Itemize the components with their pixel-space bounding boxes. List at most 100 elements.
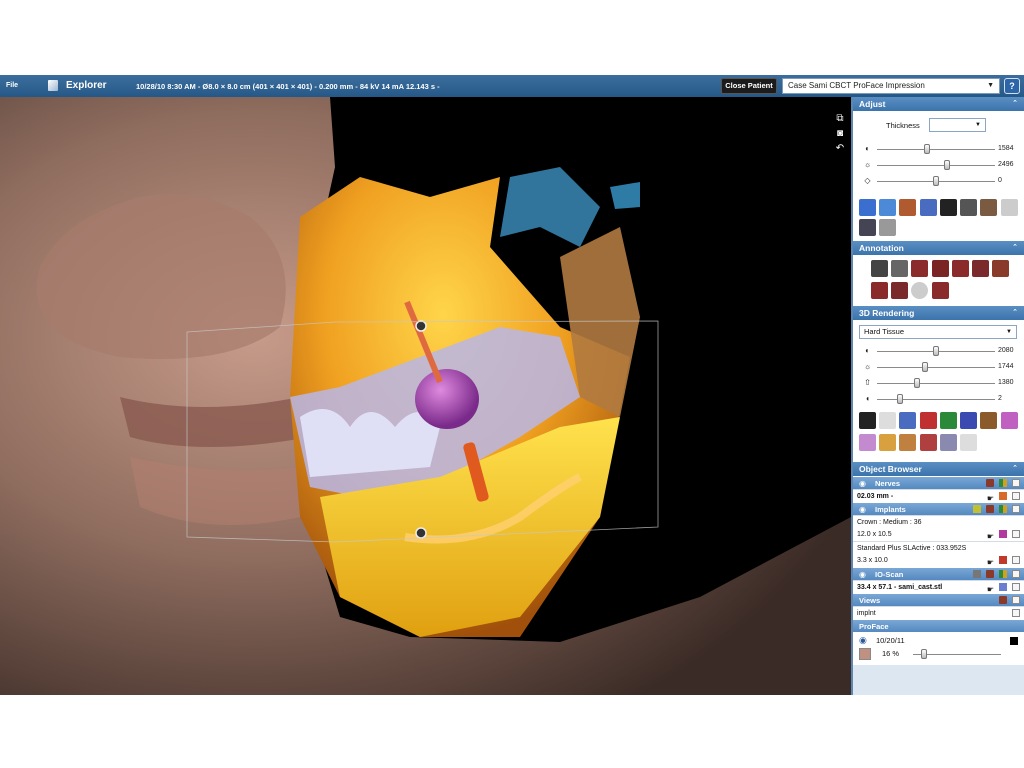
window-icon[interactable]: [960, 199, 978, 216]
collapse-icon[interactable]: ⌃: [1012, 306, 1018, 320]
grid-icon[interactable]: [998, 479, 1007, 487]
hand-icon[interactable]: [980, 199, 998, 216]
zoom-icon[interactable]: [859, 199, 876, 216]
checkbox[interactable]: [1012, 596, 1020, 604]
slice-icon[interactable]: [899, 412, 917, 429]
color-swatch[interactable]: [999, 583, 1008, 591]
checkbox[interactable]: [1012, 492, 1020, 500]
rendering-slider-track[interactable]: [877, 383, 995, 384]
camera-icon[interactable]: ◙: [834, 126, 846, 141]
rendering-slider-track[interactable]: [877, 399, 995, 400]
implant-icon[interactable]: [972, 505, 981, 513]
face-icon[interactable]: [899, 434, 917, 451]
collapse-icon[interactable]: ⌃: [1012, 462, 1018, 476]
rendering-slider-track[interactable]: [877, 367, 995, 368]
crown-item[interactable]: Crown : Medium : 36: [853, 515, 1024, 528]
checkbox[interactable]: [1012, 530, 1020, 538]
skull-icon[interactable]: [960, 434, 978, 451]
hand-icon[interactable]: ☛: [987, 583, 994, 594]
rendering-slider-knob[interactable]: [897, 394, 904, 404]
calculator-icon[interactable]: [859, 219, 876, 236]
histogram-icon[interactable]: [859, 412, 876, 429]
explorer-title[interactable]: Explorer: [66, 80, 107, 91]
collapse-icon[interactable]: ⌃: [1012, 97, 1018, 111]
pen-icon[interactable]: [972, 260, 990, 277]
adjust-slider-track[interactable]: [877, 165, 995, 166]
light-icon[interactable]: [879, 412, 897, 429]
histogram-icon[interactable]: [939, 199, 957, 216]
color-swatch[interactable]: [1010, 637, 1018, 645]
implant-size-row[interactable]: 3.3 x 10.0 ☛: [853, 554, 1024, 567]
slice-icon[interactable]: [919, 199, 937, 216]
polyline-icon[interactable]: [871, 282, 888, 299]
line-icon[interactable]: [951, 260, 969, 277]
measure-icon[interactable]: [879, 219, 897, 236]
grid-icon[interactable]: [998, 570, 1007, 578]
hand-icon[interactable]: ☛: [987, 556, 994, 567]
plane-icon[interactable]: [939, 412, 957, 429]
checkbox[interactable]: [1012, 505, 1020, 513]
file-menu[interactable]: File: [6, 82, 18, 89]
point-icon[interactable]: [911, 282, 929, 299]
frame-icon[interactable]: [859, 434, 876, 451]
ruler-icon[interactable]: [871, 260, 888, 277]
close-patient-button[interactable]: Close Patient: [721, 78, 777, 94]
box-icon[interactable]: [1000, 412, 1018, 429]
nerves-group[interactable]: ◉ Nerves: [853, 476, 1024, 489]
collapse-icon[interactable]: ⌃: [1012, 241, 1018, 255]
crop-icon[interactable]: [1000, 199, 1018, 216]
pan-icon[interactable]: [879, 199, 897, 216]
trash-icon[interactable]: [985, 505, 994, 513]
proface-group[interactable]: ProFace: [853, 619, 1024, 632]
adjust-slider-knob[interactable]: [933, 176, 939, 186]
color-swatch[interactable]: [999, 492, 1008, 500]
checkbox[interactable]: [1012, 479, 1020, 487]
note-icon[interactable]: [931, 282, 949, 299]
color-swatch[interactable]: [999, 556, 1008, 564]
head-icon[interactable]: [879, 434, 897, 451]
adjust-slider-knob[interactable]: [924, 144, 931, 154]
view-item[interactable]: implnt: [853, 606, 1024, 619]
arrow-icon[interactable]: [931, 260, 949, 277]
adjust-slider-track[interactable]: [877, 149, 995, 150]
crown-size-row[interactable]: 12.0 x 10.5 ☛: [853, 528, 1024, 541]
grid-icon[interactable]: [998, 505, 1007, 513]
object-browser-header[interactable]: Object Browser ⌃: [853, 462, 1024, 476]
text-icon[interactable]: [911, 260, 929, 277]
rotate-tool-icon[interactable]: [899, 199, 917, 216]
case-select[interactable]: Case Sami CBCT ProFace Impression ▼: [782, 78, 1000, 94]
rendering-header[interactable]: 3D Rendering ⌃: [853, 306, 1024, 320]
adjust-header[interactable]: Adjust ⌃: [853, 97, 1024, 111]
trash-icon[interactable]: [985, 479, 994, 487]
color-swatch[interactable]: [999, 530, 1008, 538]
maximize-icon[interactable]: ⧉: [834, 111, 846, 126]
thickness-select[interactable]: ▼: [929, 118, 986, 132]
lock-icon[interactable]: [972, 570, 981, 578]
rotate-icon[interactable]: ↶: [834, 141, 846, 156]
trash-icon[interactable]: [985, 570, 994, 578]
clip-icon[interactable]: [939, 434, 957, 451]
area-icon[interactable]: [891, 282, 909, 299]
3d-viewport[interactable]: ⧉ ◙ ↶: [0, 97, 851, 695]
annotation-header[interactable]: Annotation ⌃: [853, 241, 1024, 255]
color-icon[interactable]: [919, 412, 937, 429]
hand-icon[interactable]: ☛: [987, 530, 994, 541]
adjust-slider-knob[interactable]: [944, 160, 951, 170]
views-group[interactable]: Views: [853, 593, 1024, 606]
ioscan-item[interactable]: 33.4 x 57.1 - sami_cast.stl ☛: [853, 580, 1024, 594]
hand-icon[interactable]: ☛: [987, 492, 994, 503]
palette-icon[interactable]: [919, 434, 937, 451]
checkbox[interactable]: [1012, 570, 1020, 578]
delete-annotation-icon[interactable]: [992, 260, 1010, 277]
checkbox[interactable]: [1012, 556, 1020, 564]
implants-group[interactable]: ◉ Implants: [853, 502, 1024, 515]
implant-item[interactable]: Standard Plus SLActive : 033.952S: [853, 541, 1024, 554]
surface-icon[interactable]: [960, 412, 978, 429]
rendering-slider-knob[interactable]: [913, 378, 920, 388]
rendering-slider-knob[interactable]: [933, 346, 939, 356]
checkbox[interactable]: [1012, 583, 1020, 591]
help-button[interactable]: ?: [1004, 78, 1020, 94]
ioscan-group[interactable]: ◉ IO-Scan: [853, 567, 1024, 580]
eye-icon[interactable]: ◉: [859, 635, 867, 646]
rendering-mode-select[interactable]: Hard Tissue ▼: [859, 325, 1017, 339]
